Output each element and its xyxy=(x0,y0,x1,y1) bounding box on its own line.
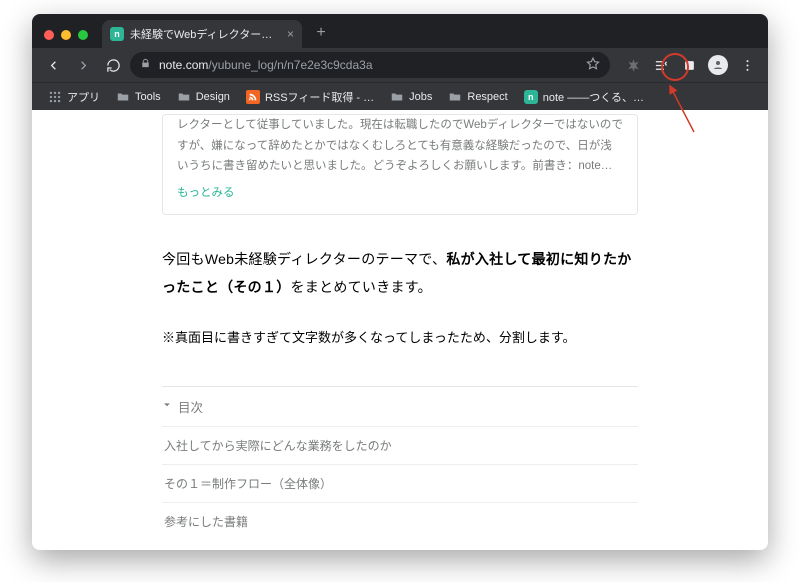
article-column: レクターとして従事していました。現在は転職したのでWebディレクターではないので… xyxy=(162,110,638,540)
bookmark-folder-respect[interactable]: Respect xyxy=(442,87,513,107)
embed-read-more-link[interactable]: もっとみる xyxy=(177,183,235,204)
bookmark-label: Respect xyxy=(467,91,507,103)
bookmark-label: RSSフィード取得 - … xyxy=(265,89,374,105)
tab-strip: n 未経験でWebディレクターになっ… × + xyxy=(32,14,768,48)
toc-item[interactable]: 参考にした書籍 xyxy=(162,502,638,540)
chevron-down-icon xyxy=(162,399,172,413)
minimize-window-button[interactable] xyxy=(61,30,71,40)
embed-card[interactable]: レクターとして従事していました。現在は転職したのでWebディレクターではないので… xyxy=(162,114,638,215)
url-text: note.com/yubune_log/n/n7e2e3c9cda3a xyxy=(159,58,578,72)
bookmark-label: note ――つくる、… xyxy=(543,89,644,105)
address-bar[interactable]: note.com/yubune_log/n/n7e2e3c9cda3a xyxy=(130,52,610,78)
note-favicon-icon: n xyxy=(110,27,124,41)
bookmark-star-icon[interactable] xyxy=(586,57,600,74)
page-content: レクターとして従事していました。現在は転職したのでWebディレクターではないので… xyxy=(32,110,768,550)
extension-square-icon[interactable] xyxy=(676,52,702,78)
note-favicon-icon: n xyxy=(524,90,538,104)
new-tab-button[interactable]: + xyxy=(310,22,332,44)
bookmark-folder-design[interactable]: Design xyxy=(171,87,236,107)
rss-icon xyxy=(246,90,260,104)
article-note-paragraph: ※真面目に書きすぎて文字数が多くなってしまったため、分割します。 xyxy=(162,327,638,346)
reading-list-icon[interactable] xyxy=(648,52,674,78)
close-tab-icon[interactable]: × xyxy=(287,28,294,40)
toc-toggle[interactable]: 目次 xyxy=(162,397,638,426)
browser-window: n 未経験でWebディレクターになっ… × + note.com/yubune_… xyxy=(32,14,768,550)
folder-icon xyxy=(448,90,462,104)
bookmark-note[interactable]: n note ――つくる、… xyxy=(518,86,650,108)
apps-shortcut[interactable]: アプリ xyxy=(42,86,106,108)
toc-item[interactable]: その１＝制作フロー（全体像） xyxy=(162,464,638,502)
bookmark-label: Tools xyxy=(135,91,161,103)
embed-excerpt: レクターとして従事していました。現在は転職したのでWebディレクターではないので… xyxy=(177,115,623,177)
browser-toolbar: note.com/yubune_log/n/n7e2e3c9cda3a xyxy=(32,48,768,82)
close-window-button[interactable] xyxy=(44,30,54,40)
kebab-menu-icon[interactable] xyxy=(734,52,760,78)
zoom-window-button[interactable] xyxy=(78,30,88,40)
bookmark-folder-tools[interactable]: Tools xyxy=(110,87,167,107)
extension-shuriken-icon[interactable] xyxy=(620,52,646,78)
bookmark-folder-jobs[interactable]: Jobs xyxy=(384,87,438,107)
table-of-contents: 目次 入社してから実際にどんな業務をしたのか その１＝制作フロー（全体像） 参考… xyxy=(162,386,638,540)
apps-grid-icon xyxy=(48,90,62,104)
forward-button[interactable] xyxy=(70,52,96,78)
back-button[interactable] xyxy=(40,52,66,78)
article-paragraph: 今回もWeb未経験ディレクターのテーマで、私が入社して最初に知りたかったこと（そ… xyxy=(162,245,638,301)
window-controls xyxy=(40,30,96,48)
folder-icon xyxy=(177,90,191,104)
toc-item[interactable]: 入社してから実際にどんな業務をしたのか xyxy=(162,426,638,464)
lock-icon xyxy=(140,58,151,72)
bookmark-rss[interactable]: RSSフィード取得 - … xyxy=(240,86,380,108)
folder-icon xyxy=(390,90,404,104)
tab-title: 未経験でWebディレクターになっ… xyxy=(130,26,281,42)
reload-button[interactable] xyxy=(100,52,126,78)
profile-avatar[interactable] xyxy=(708,55,728,75)
toc-heading-label: 目次 xyxy=(178,397,203,416)
bookmarks-bar: アプリ Tools Design RSSフィード取得 - … Jobs Resp… xyxy=(32,82,768,110)
bookmark-label: Jobs xyxy=(409,91,432,103)
bookmark-label: アプリ xyxy=(67,89,100,105)
toolbar-right xyxy=(620,52,760,78)
browser-tab[interactable]: n 未経験でWebディレクターになっ… × xyxy=(102,20,302,48)
folder-icon xyxy=(116,90,130,104)
bookmark-label: Design xyxy=(196,91,230,103)
